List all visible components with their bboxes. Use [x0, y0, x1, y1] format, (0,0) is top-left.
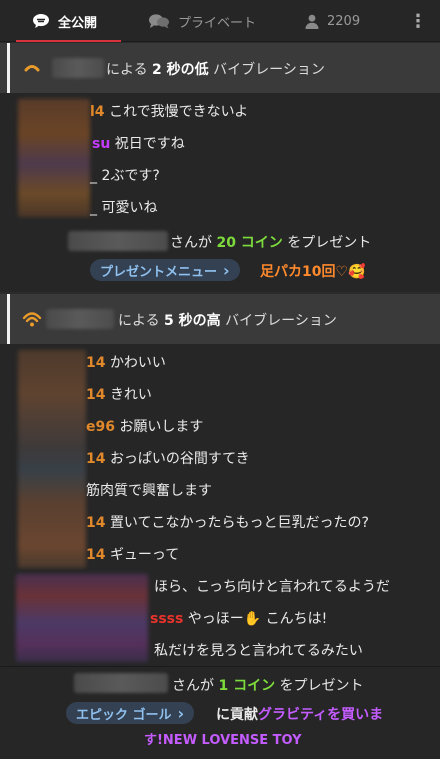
tip-menu-button[interactable]: プレゼントメニュー › [90, 259, 240, 281]
avatar [18, 99, 90, 217]
tipper-name-blurred [46, 309, 114, 329]
chat-message: 14 きれい [86, 387, 152, 403]
vibration-notice-text: による 5 秒の高 バイブレーション [118, 313, 337, 329]
epic-goal-label: エピック ゴール [76, 707, 172, 723]
goal-description-text: す!NEW LOVENSE TOY [144, 733, 302, 748]
chat-message-group: ほら、こっち向けと言われてるようだ ssss やっほー✋ こんちは! 私だけを見… [0, 570, 440, 666]
chat-message: 14 おっぱいの谷間すてき [86, 451, 250, 467]
tab-private-label: プライベート [178, 15, 257, 31]
chat-tabs: 全公開 プライベート 2209 ⋮ [0, 0, 440, 42]
private-chat-icon [149, 14, 169, 29]
chat-message: su 祝日ですね [92, 136, 185, 152]
goal-contribution-text: に貢献グラビティを買いま [216, 707, 384, 723]
user-icon [305, 14, 319, 29]
chat-bubble-icon [33, 14, 49, 28]
chat-message: 筋肉質で興奮します [86, 483, 212, 499]
tab-private[interactable]: プライベート [148, 0, 256, 42]
vibration-notice: による 5 秒の高 バイブレーション [0, 294, 440, 344]
tipper-name-blurred [52, 58, 104, 78]
gift-notice: さんが 1 コイン をプレゼント エピック ゴール › に貢献グラビティを買いま… [0, 667, 440, 759]
more-options-icon[interactable]: ⋮ [409, 0, 427, 42]
epic-goal-button[interactable]: エピック ゴール › [66, 702, 195, 724]
tab-public-label: 全公開 [58, 15, 98, 31]
avatar [16, 574, 148, 662]
chat-message-group: 14 かわいい 14 きれい e96 お願いします 14 おっぱいの谷間すてき … [0, 344, 440, 570]
chat-message: 私だけを見ろと言われてるみたい [154, 643, 363, 659]
chat-message: _ 可愛いね [90, 200, 158, 216]
chat-message-group: l4 これで我慢できないよ su 祝日ですね _ 2ぶです? _ 可愛いね [0, 93, 440, 221]
chevron-right-icon: › [177, 703, 185, 723]
tip-menu-item-link[interactable]: 足パカ10回♡🥰 [260, 261, 365, 281]
chat-message: l4 これで我慢できないよ [90, 104, 249, 120]
chat-message: 14 ギューって [86, 547, 180, 563]
chat-message: 14 置いてこなかったらもっと巨乳だったの? [86, 515, 369, 531]
gift-line: さんが 1 コイン をプレゼント [172, 678, 364, 694]
gift-line: さんが 20 コイン をプレゼント [170, 235, 372, 251]
chat-message: _ 2ぶです? [90, 168, 160, 184]
vibration-high-icon [22, 312, 42, 327]
tab-public[interactable]: 全公開 [16, 0, 121, 42]
vibration-notice: による 2 秒の低 バイブレーション [0, 43, 440, 93]
chat-message: e96 お願いします [86, 419, 204, 435]
chat-message: ssss やっほー✋ こんちは! [150, 611, 328, 627]
avatar [18, 350, 86, 568]
gift-notice: さんが 20 コイン をプレゼント プレゼントメニュー › 足パカ10回♡🥰 [0, 221, 440, 292]
tip-menu-label: プレゼントメニュー [100, 264, 218, 280]
gifter-name-blurred [74, 673, 168, 693]
chevron-right-icon: › [223, 260, 230, 280]
chat-message: ほら、こっち向けと言われてるようだ [154, 579, 390, 595]
more-options-glyph: ⋮ [409, 10, 427, 32]
vibration-low-icon [24, 65, 40, 72]
gifter-name-blurred [68, 231, 168, 251]
viewer-count-value: 2209 [327, 13, 361, 29]
viewer-count: 2209 [305, 0, 360, 42]
vibration-notice-text: による 2 秒の低 バイブレーション [106, 62, 325, 78]
chat-message: 14 かわいい [86, 355, 166, 371]
smiling-hearts-emoji: 🥰 [348, 264, 366, 280]
